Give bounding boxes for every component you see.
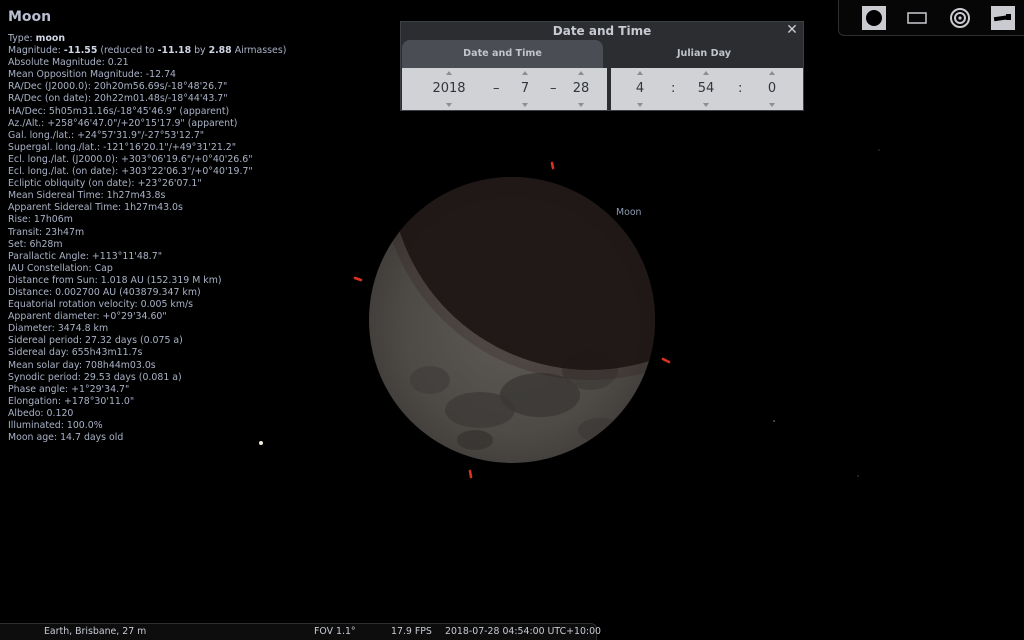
minute-up-arrow-icon[interactable] xyxy=(703,71,709,75)
object-details: Absolute Magnitude: 0.21 Mean Opposition … xyxy=(8,57,286,444)
info-line: Apparent Sidereal Time: 1h27m43.0s xyxy=(8,202,183,214)
time-separator: : xyxy=(738,81,743,96)
info-line: Transit: 23h47m xyxy=(8,226,85,238)
star[interactable] xyxy=(857,475,859,477)
info-line: Synodic period: 29.53 days (0.081 a) xyxy=(8,371,182,383)
info-line: HA/Dec: 5h05m31.16s/-18°45'46.9" (appare… xyxy=(8,105,230,117)
rectangle-icon[interactable] xyxy=(905,6,929,30)
day-down-arrow-icon[interactable] xyxy=(578,103,584,107)
info-line: Distance: 0.002700 AU (403879.347 km) xyxy=(8,286,201,298)
tab-date-and-time[interactable]: Date and Time xyxy=(402,40,603,68)
info-line: Rise: 17h06m xyxy=(8,214,73,226)
month-down-arrow-icon[interactable] xyxy=(522,103,528,107)
year-spinbox[interactable]: 2018 xyxy=(424,68,474,110)
info-line: Distance from Sun: 1.018 AU (152.319 M k… xyxy=(8,274,222,286)
info-line: RA/Dec (J2000.0): 20h20m56.69s/-18°48'26… xyxy=(8,81,228,93)
info-line: Supergal. long./lat.: -121°16'20.1"/+49°… xyxy=(8,141,237,153)
info-line: Set: 6h28m xyxy=(8,238,63,250)
object-info-panel: Moon Type: moon Magnitude: -11.55 (reduc… xyxy=(8,8,286,444)
info-line: Moon age: 14.7 days old xyxy=(8,432,124,444)
star[interactable] xyxy=(773,420,775,422)
info-line: RA/Dec (on date): 20h22m01.48s/-18°44'43… xyxy=(8,93,228,105)
info-line: Elongation: +178°30'11.0" xyxy=(8,395,135,407)
info-line: Sidereal day: 655h43m11.7s xyxy=(8,347,143,359)
info-line: Absolute Magnitude: 0.21 xyxy=(8,57,129,69)
month-up-arrow-icon[interactable] xyxy=(522,71,528,75)
moon-marker-left xyxy=(353,276,363,282)
hour-spinbox[interactable]: 4 xyxy=(625,68,655,110)
fps-text: 17.9 FPS xyxy=(391,626,432,637)
info-line: Apparent diameter: +0°29'34.60" xyxy=(8,311,167,323)
info-line: Mean Sidereal Time: 1h27m43.8s xyxy=(8,190,166,202)
info-line: Parallactic Angle: +113°11'48.7" xyxy=(8,250,163,262)
time-fields: 4 : 54 : 0 xyxy=(611,68,803,110)
date-separator: – xyxy=(493,81,500,96)
second-spinbox[interactable]: 0 xyxy=(757,68,787,110)
info-line: Sidereal period: 27.32 days (0.075 a) xyxy=(8,335,183,347)
minute-down-arrow-icon[interactable] xyxy=(703,103,709,107)
moon-label: Moon xyxy=(616,207,642,218)
info-line: Ecliptic obliquity (on date): +23°26'07.… xyxy=(8,178,202,190)
star[interactable] xyxy=(878,149,880,151)
tab-julian-day[interactable]: Julian Day xyxy=(605,40,803,68)
date-separator: – xyxy=(550,81,557,96)
second-down-arrow-icon[interactable] xyxy=(769,103,775,107)
info-line: IAU Constellation: Cap xyxy=(8,262,113,274)
second-up-arrow-icon[interactable] xyxy=(769,71,775,75)
info-line: Mean Opposition Magnitude: -12.74 xyxy=(8,69,176,81)
close-icon[interactable]: ✕ xyxy=(785,23,799,37)
datetime-text[interactable]: 2018-07-28 04:54:00 UTC+10:00 xyxy=(445,624,601,640)
hour-down-arrow-icon[interactable] xyxy=(637,103,643,107)
day-up-arrow-icon[interactable] xyxy=(578,71,584,75)
top-right-toolbar xyxy=(838,0,1024,36)
time-separator: : xyxy=(671,81,676,96)
year-down-arrow-icon[interactable] xyxy=(446,103,452,107)
planet-icon[interactable] xyxy=(862,6,886,30)
telescope-icon[interactable] xyxy=(991,6,1015,30)
day-spinbox[interactable]: 28 xyxy=(566,68,596,110)
target-icon[interactable] xyxy=(948,6,972,30)
moon-marker-right xyxy=(661,357,671,364)
hour-up-arrow-icon[interactable] xyxy=(637,71,643,75)
info-line: Ecl. long./lat. (J2000.0): +303°06'19.6"… xyxy=(8,153,253,165)
minute-spinbox[interactable]: 54 xyxy=(691,68,721,110)
date-time-dialog: Date and Time ✕ Date and Time Julian Day… xyxy=(400,21,804,111)
object-name: Moon xyxy=(8,9,52,25)
info-line: Az./Alt.: +258°46'47.0"/+20°15'17.9" (ap… xyxy=(8,117,238,129)
object-magnitude: Magnitude: -11.55 (reduced to -11.18 by … xyxy=(8,45,287,57)
location-text[interactable]: Earth, Brisbane, 27 m xyxy=(44,624,146,640)
status-bar: Earth, Brisbane, 27 m FOV 1.1° 17.9 FPS … xyxy=(0,623,601,640)
info-line: Illuminated: 100.0% xyxy=(8,420,103,431)
month-spinbox[interactable]: 7 xyxy=(510,68,540,110)
info-line: Phase angle: +1°29'34.7" xyxy=(8,383,130,395)
info-line: Equatorial rotation velocity: 0.005 km/s xyxy=(8,299,194,311)
moon-marker-bottom xyxy=(468,469,473,479)
year-up-arrow-icon[interactable] xyxy=(446,71,452,75)
info-line: Ecl. long./lat. (on date): +303°22'06.3"… xyxy=(8,166,253,178)
date-fields: 2018 – 7 – 28 xyxy=(402,68,607,110)
moon-marker-top xyxy=(550,161,555,170)
info-line: Albedo: 0.120 xyxy=(8,407,74,419)
info-line: Diameter: 3474.8 km xyxy=(8,323,109,335)
info-line: Mean solar day: 708h44m03.0s xyxy=(8,359,156,371)
dialog-title: Date and Time xyxy=(552,24,652,38)
info-line: Gal. long./lat.: +24°57'31.9"/-27°53'12.… xyxy=(8,129,205,141)
fov-text: FOV 1.1° xyxy=(314,626,356,637)
object-type: Type: moon xyxy=(8,33,65,44)
